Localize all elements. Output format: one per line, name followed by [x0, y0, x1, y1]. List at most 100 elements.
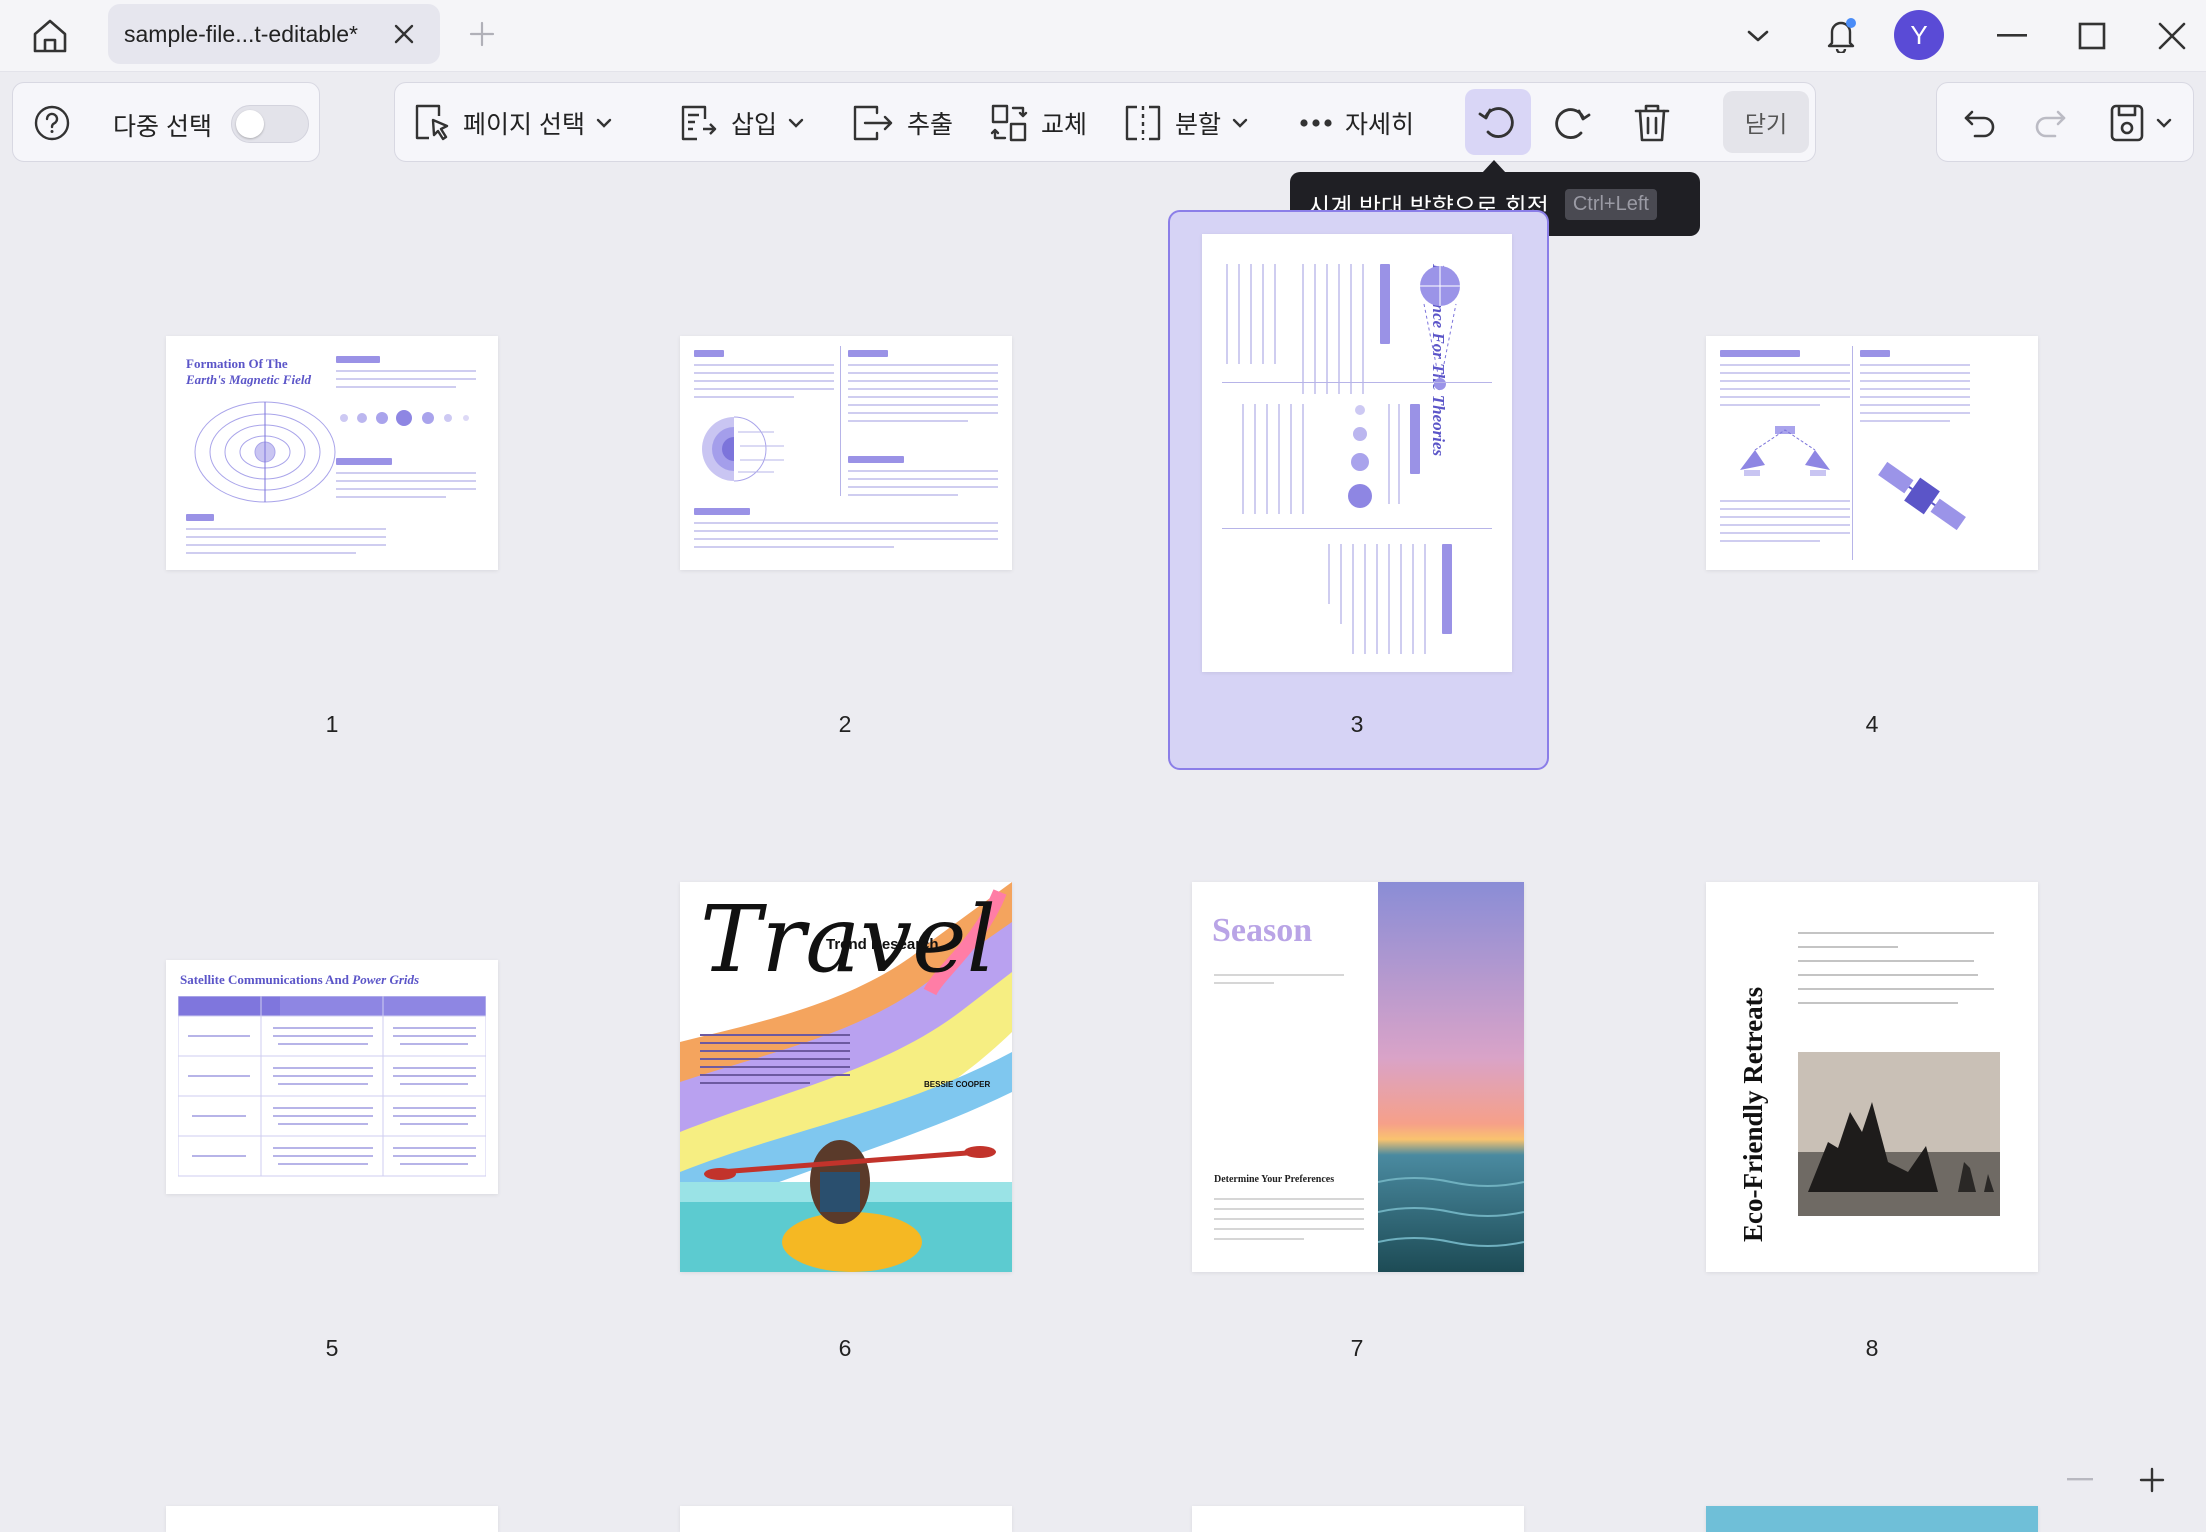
decor [848, 380, 998, 382]
decor [700, 1042, 850, 1044]
decor [1720, 404, 1820, 406]
decor [694, 508, 750, 515]
decor [1250, 264, 1252, 364]
rotate-right-button[interactable] [1549, 83, 1593, 163]
decor [1352, 544, 1354, 654]
chevron-down-icon [595, 117, 613, 129]
decor [336, 496, 446, 498]
notification-dot [1846, 18, 1856, 28]
split-button[interactable]: 분할 [1123, 83, 1249, 163]
decor [1720, 388, 1850, 390]
close-button[interactable]: 닫기 [1723, 91, 1809, 153]
satellite-dish-illustration [1740, 426, 1830, 476]
magnetic-field-illustration [194, 401, 336, 503]
help-icon[interactable] [33, 83, 71, 163]
rock-landscape-photo [1798, 1052, 2000, 1216]
tab-title: sample-file...t-editable* [124, 20, 358, 47]
maximize-icon[interactable] [2070, 14, 2114, 58]
rotate-right-icon [1555, 108, 1591, 139]
toolbar-left-group: 다중 선택 [12, 82, 320, 162]
decor [336, 370, 476, 372]
undo-button[interactable] [1963, 83, 1997, 163]
rotate-left-button[interactable] [1465, 89, 1531, 155]
redo-button[interactable] [2033, 83, 2067, 163]
chevron-down-icon[interactable] [1740, 18, 1776, 54]
minimize-icon[interactable] [1990, 14, 2034, 58]
toggle-knob [236, 110, 264, 138]
decor [1340, 544, 1342, 624]
page-thumbnail-12[interactable] [1706, 1506, 2038, 1532]
decor [336, 356, 380, 363]
decor [1860, 404, 1970, 406]
page-thumbnail-3[interactable]: Evidence For The Theories [1202, 234, 1512, 672]
avatar[interactable]: Y [1894, 10, 1944, 60]
decor [1214, 1238, 1304, 1240]
page-7-title: Season [1212, 912, 1313, 949]
decor [1860, 350, 1890, 357]
delete-button[interactable] [1633, 83, 1671, 163]
page-thumbnail-9[interactable] [166, 1506, 498, 1532]
page-number-5: 5 [325, 1335, 339, 1361]
decor [1214, 1218, 1364, 1220]
decor [1214, 982, 1274, 984]
decor [1860, 364, 1970, 366]
replace-button[interactable]: 교체 [989, 83, 1087, 163]
insert-button[interactable]: 삽입 [679, 83, 805, 163]
insert-label: 삽입 [731, 111, 778, 139]
decor [336, 378, 476, 380]
decor [700, 1074, 850, 1076]
zoom-in-icon[interactable] [2134, 1462, 2170, 1498]
satellite-icon [1878, 461, 1966, 531]
decor [848, 470, 998, 472]
decor [694, 396, 794, 398]
tooltip-shortcut: Ctrl+Left [1564, 188, 1657, 220]
decor [848, 478, 998, 480]
new-tab-icon[interactable] [464, 16, 500, 52]
decor [848, 412, 998, 414]
page-thumbnail-5[interactable]: Satellite Communications And Power Grids [166, 960, 498, 1194]
bell-icon[interactable] [1818, 12, 1864, 58]
toolbar-right-group [1936, 82, 2194, 162]
page-number-8: 8 [1865, 1335, 1879, 1361]
more-button[interactable]: 자세히 [1299, 83, 1414, 163]
page-select-button[interactable]: 페이지 선택 [413, 83, 613, 163]
decor [1852, 346, 1853, 560]
close-window-icon[interactable] [2150, 14, 2194, 58]
page-thumbnail-11[interactable] [1192, 1506, 1524, 1532]
decor [1214, 974, 1344, 976]
zoom-out-icon[interactable] [2062, 1462, 2098, 1498]
decor [1798, 932, 1994, 934]
decor [694, 388, 834, 390]
page-thumbnail-7[interactable]: Season Determine Your Preferences [1192, 882, 1524, 1272]
page-thumbnail-8[interactable]: Eco-Friendly Retreats [1706, 882, 2038, 1272]
split-icon [1125, 105, 1161, 141]
page-thumbnail-10[interactable] [680, 1506, 1012, 1532]
decor [840, 346, 841, 496]
page-thumbnail-4[interactable] [1706, 336, 2038, 570]
planet-dots-illustration [340, 410, 469, 426]
page-thumbnail-6[interactable]: Travel Trend Research BESSIE COOPER [680, 882, 1012, 1272]
extract-button[interactable]: 추출 [851, 83, 953, 163]
sphere-diagram [1420, 266, 1460, 390]
decor [1278, 404, 1280, 514]
decor [1860, 420, 1950, 422]
close-tab-icon[interactable] [390, 20, 418, 48]
home-icon[interactable] [22, 12, 78, 60]
decor [1266, 404, 1268, 514]
chevron-down-icon [787, 117, 805, 129]
page-thumbnail-2[interactable] [680, 336, 1012, 570]
decor [1400, 544, 1402, 654]
page-5-title: Satellite Communications And Power Grids [180, 972, 419, 988]
decor [336, 386, 456, 388]
decor [1798, 1002, 1958, 1004]
document-tab[interactable]: sample-file...t-editable* [108, 4, 440, 64]
decor [1302, 264, 1304, 394]
decor [694, 546, 894, 548]
decor [1376, 544, 1378, 654]
multi-select-toggle[interactable] [231, 105, 309, 143]
insert-icon [681, 105, 717, 141]
save-button[interactable] [2109, 83, 2173, 163]
decor [1226, 264, 1228, 364]
page-thumbnail-1[interactable]: Formation Of The Earth's Magnetic Field [166, 336, 498, 570]
decor [1242, 404, 1244, 514]
